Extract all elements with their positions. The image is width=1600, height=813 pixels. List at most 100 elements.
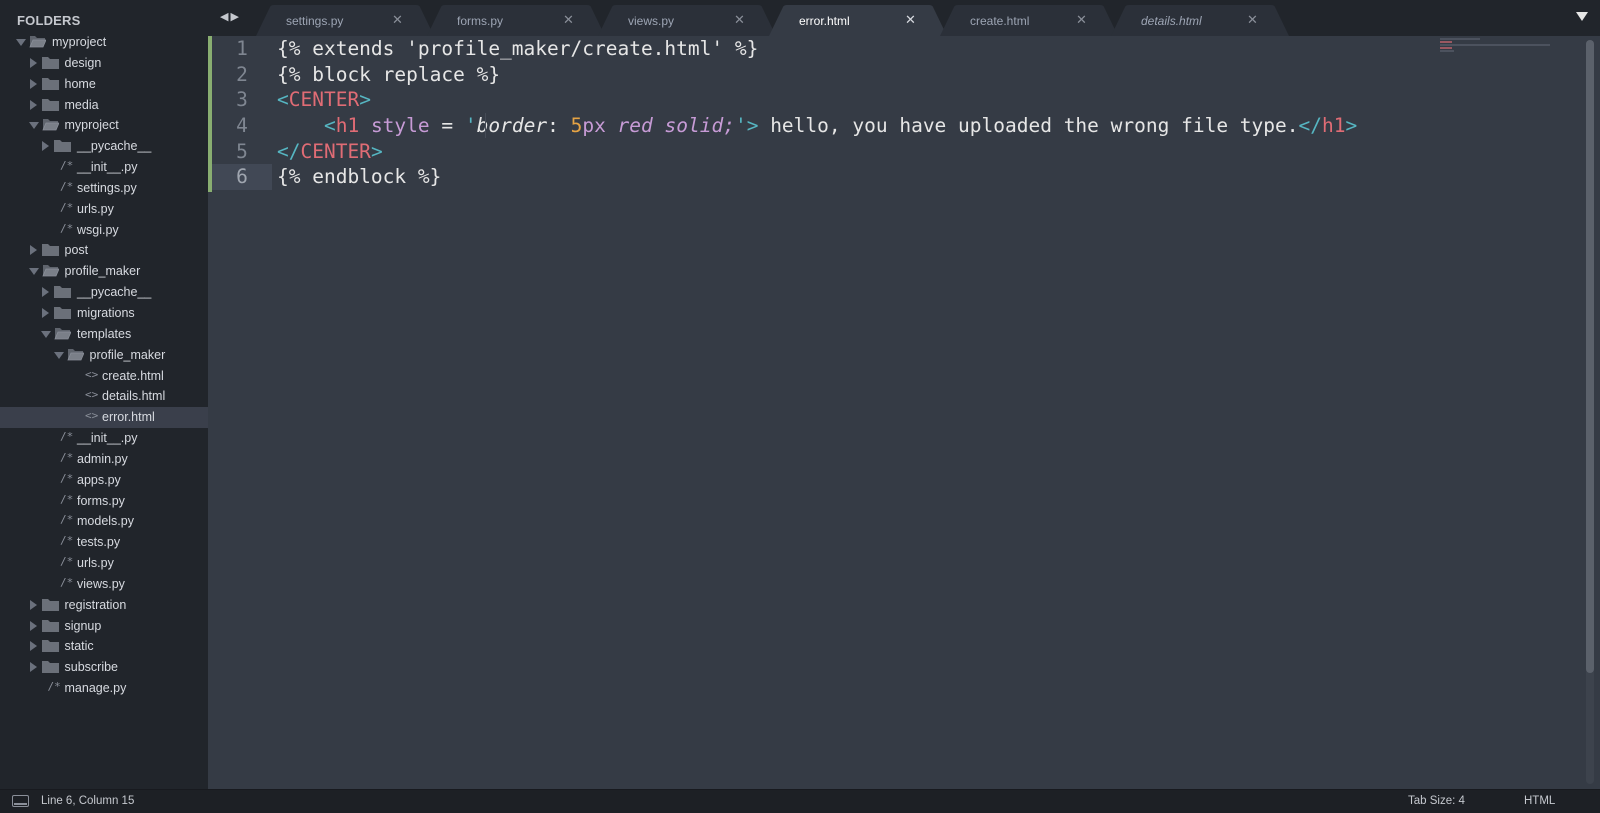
code-line[interactable]: 6 {% endblock %} (208, 164, 1508, 191)
tab-settings-py[interactable]: settings.py ✕ (256, 5, 434, 36)
scrollbar-thumb[interactable] (1586, 40, 1594, 673)
code-line[interactable]: 5 </CENTER> (208, 139, 1508, 165)
tree-file[interactable]: /* admin.py (0, 449, 208, 470)
code-token: </ (1298, 114, 1322, 138)
tree-folder[interactable]: home (0, 74, 208, 95)
tree-folder[interactable]: registration (0, 595, 208, 616)
python-file-icon: /* (60, 179, 74, 193)
tree-folder[interactable]: myproject (0, 32, 208, 53)
chevron-down-icon[interactable] (28, 122, 39, 130)
close-icon[interactable]: ✕ (734, 12, 745, 28)
tree-folder[interactable]: templates (0, 324, 208, 345)
tree-file[interactable]: /* manage.py (0, 678, 208, 699)
triangle-down-icon[interactable] (1576, 12, 1588, 21)
triangle-left-icon[interactable]: ◀ (220, 11, 230, 23)
tree-item-label: manage.py (64, 681, 127, 696)
tree-file[interactable]: /* __init__.py (0, 157, 208, 178)
line-content: {% extends 'profile_maker/create.html' %… (277, 36, 758, 62)
chevron-right-icon[interactable] (29, 662, 37, 673)
chevron-right-icon[interactable] (29, 78, 37, 89)
chevron-right-icon[interactable] (42, 287, 49, 298)
tree-folder[interactable]: post (0, 240, 208, 261)
tree-file[interactable]: /* urls.py (0, 199, 208, 220)
tree-folder[interactable]: __pycache__ (0, 282, 208, 303)
tree-item-label: design (64, 55, 102, 70)
python-file-icon: /* (60, 200, 74, 214)
folder-icon (41, 619, 59, 632)
tree-file[interactable]: /* tests.py (0, 532, 208, 553)
chevron-right-icon[interactable] (29, 641, 37, 652)
tree-item-label: myproject (64, 118, 119, 133)
chevron-right-icon[interactable] (29, 99, 37, 110)
tab-error-html[interactable]: error.html ✕ (769, 5, 947, 36)
tree-file[interactable]: <> details.html (0, 386, 208, 407)
tree-folder[interactable]: myproject (0, 115, 208, 136)
tree-file[interactable]: /* wsgi.py (0, 220, 208, 241)
close-icon[interactable]: ✕ (563, 12, 574, 28)
tree-file[interactable]: /* forms.py (0, 491, 208, 512)
folder-open-icon (41, 119, 59, 131)
tree-item-label: templates (77, 326, 132, 341)
panel-toggle-icon[interactable] (12, 795, 29, 807)
close-icon[interactable]: ✕ (1076, 12, 1087, 28)
chevron-right-icon[interactable] (29, 245, 37, 256)
tree-item-label: views.py (77, 576, 125, 591)
chevron-down-icon[interactable] (16, 39, 26, 46)
tree-file[interactable]: <> error.html (0, 407, 208, 429)
chevron-right-icon[interactable] (29, 620, 37, 631)
syntax-mode[interactable]: HTML (1524, 795, 1555, 807)
tree-folder[interactable]: __pycache__ (0, 136, 208, 157)
minimap[interactable] (1440, 38, 1560, 52)
tab-label: create.html (970, 14, 1030, 28)
close-icon[interactable]: ✕ (1247, 12, 1258, 28)
close-icon[interactable]: ✕ (392, 12, 403, 28)
tree-item-label: apps.py (77, 472, 121, 487)
tree-folder[interactable]: signup (0, 616, 208, 637)
code-line[interactable]: 3 <CENTER> (208, 87, 1508, 113)
tree-folder[interactable]: static (0, 636, 208, 657)
code-line[interactable]: 2 {% block replace %} (208, 62, 1508, 88)
chevron-down-icon[interactable] (28, 268, 39, 276)
chevron-down-icon[interactable] (41, 330, 51, 338)
triangle-right-icon[interactable]: ▶ (230, 11, 240, 23)
tab-size[interactable]: Tab Size: 4 (1408, 795, 1465, 807)
code-line[interactable]: 1 {% extends 'profile_maker/create.html' … (208, 36, 1508, 62)
chevron-right-icon[interactable] (42, 141, 49, 152)
code-editor[interactable]: 1 {% extends 'profile_maker/create.html' … (208, 36, 1600, 789)
tree-folder[interactable]: subscribe (0, 657, 208, 678)
python-file-icon: /* (60, 430, 74, 444)
tree-file[interactable]: /* apps.py (0, 470, 208, 491)
tree-file[interactable]: /* urls.py (0, 553, 208, 574)
tree-file[interactable]: <> create.html (0, 366, 208, 387)
code-token: CENTER (288, 88, 360, 112)
close-icon[interactable]: ✕ (905, 12, 916, 28)
tab-details-html[interactable]: details.html ✕ (1111, 5, 1289, 36)
tab-views-py[interactable]: views.py ✕ (598, 5, 776, 36)
code-line[interactable]: 4 <h1 style = 'border: 5px red solid;'> … (208, 113, 1508, 139)
tree-item-label: profile_maker (64, 264, 141, 279)
chevron-right-icon[interactable] (42, 307, 49, 318)
chevron-down-icon[interactable] (53, 351, 64, 359)
tree-file[interactable]: /* models.py (0, 511, 208, 532)
code-lines[interactable]: 1 {% extends 'profile_maker/create.html' … (208, 36, 1508, 191)
tree-file[interactable]: /* views.py (0, 574, 208, 595)
tab-forms-py[interactable]: forms.py ✕ (427, 5, 605, 36)
tree-item-label: subscribe (64, 660, 119, 675)
code-token: {% endblock %} (277, 165, 442, 189)
tree-file[interactable]: /* settings.py (0, 178, 208, 199)
tab-label: error.html (799, 14, 850, 28)
code-token: ; (723, 114, 735, 138)
tab-create-html[interactable]: create.html ✕ (940, 5, 1118, 36)
chevron-right-icon[interactable] (29, 599, 37, 610)
tree-folder[interactable]: design (0, 53, 208, 74)
tree-folder[interactable]: migrations (0, 303, 208, 324)
tree-folder[interactable]: profile_maker (0, 345, 208, 366)
line-number: 4 (236, 114, 248, 138)
chevron-right-icon[interactable] (29, 57, 37, 68)
code-token: : (547, 114, 571, 138)
folder-open-icon (41, 265, 59, 277)
tree-file[interactable]: /* __init__.py (0, 428, 208, 449)
tree-folder[interactable]: media (0, 95, 208, 116)
tree-folder[interactable]: profile_maker (0, 261, 208, 282)
folders-header: FOLDERS (17, 13, 81, 28)
